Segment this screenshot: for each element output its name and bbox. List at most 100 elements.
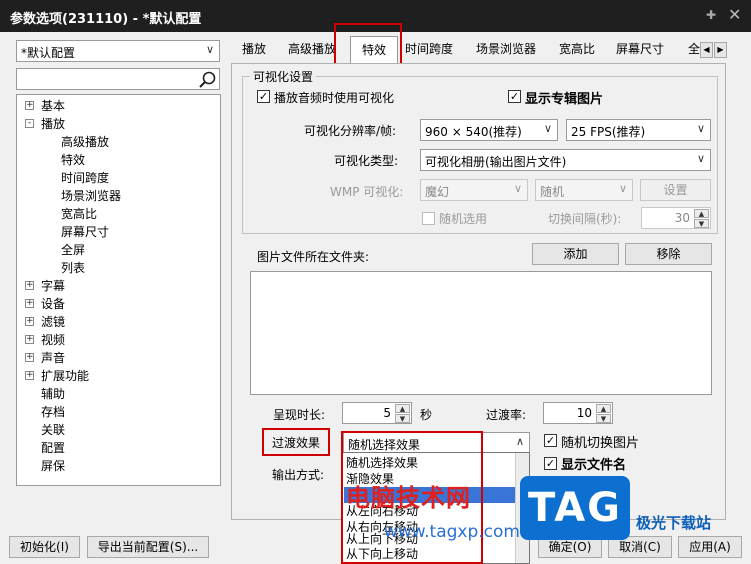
expand-icon[interactable]: + bbox=[25, 299, 34, 308]
expand-icon[interactable]: + bbox=[25, 317, 34, 326]
chevron-down-icon: ∨ bbox=[543, 122, 552, 135]
close-icon[interactable]: ✕ bbox=[728, 5, 741, 24]
tree-item[interactable]: + 滤镜 bbox=[25, 313, 66, 331]
res-combo[interactable]: 960 × 540(推荐) ∨ bbox=[420, 119, 558, 141]
tree-item[interactable]: - 播放 bbox=[25, 115, 66, 133]
apply-button[interactable]: 应用(A) bbox=[678, 536, 742, 558]
tab-screen-size[interactable]: 屏幕尺寸 bbox=[616, 40, 664, 57]
tree-item-label: 辅助 bbox=[41, 387, 66, 401]
init-button[interactable]: 初始化(I) bbox=[9, 536, 80, 558]
tree-item[interactable]: 宽高比 bbox=[61, 205, 97, 223]
tree-item[interactable]: 全屏 bbox=[61, 241, 85, 259]
fps-combo[interactable]: 25 FPS(推荐) ∨ bbox=[566, 119, 711, 141]
remove-folder-button[interactable]: 移除 bbox=[625, 243, 712, 265]
watermark-url: www.tagxp.com bbox=[384, 522, 520, 542]
tree-item[interactable]: 高级播放 bbox=[61, 133, 109, 151]
type-label: 可视化类型: bbox=[334, 154, 399, 168]
random-checkbox[interactable] bbox=[422, 212, 435, 225]
random-switch-checkbox[interactable]: ✓ bbox=[544, 434, 557, 447]
tree-item-label: 播放 bbox=[41, 117, 66, 131]
show-album-label: 显示专辑图片 bbox=[525, 92, 604, 107]
chevron-down-icon: ∨ bbox=[513, 182, 522, 195]
show-album-checkbox[interactable]: ✓ bbox=[508, 90, 521, 103]
show-filename-checkbox[interactable]: ✓ bbox=[544, 457, 557, 470]
expand-icon[interactable]: + bbox=[25, 371, 34, 380]
tree-item-label: 视频 bbox=[41, 333, 66, 347]
profile-combo[interactable]: *默认配置 ∨ bbox=[16, 40, 220, 62]
res-label: 可视化分辨率/帧: bbox=[304, 124, 397, 138]
tree-item[interactable]: + 视频 bbox=[25, 331, 66, 349]
tab-fullscreen-partial[interactable]: 全 bbox=[688, 40, 700, 57]
tree-item[interactable]: 特效 bbox=[61, 151, 85, 169]
stepper-up-icon[interactable]: ▲ bbox=[395, 404, 410, 413]
tree-item-label: 配置 bbox=[41, 441, 66, 455]
tree-item-label: 声音 bbox=[41, 351, 66, 365]
expand-icon[interactable]: + bbox=[25, 101, 34, 110]
search-input[interactable] bbox=[16, 68, 220, 90]
pin-icon[interactable]: ✚ bbox=[706, 8, 716, 22]
stepper-down-icon[interactable]: ▼ bbox=[395, 414, 410, 423]
tree-item-label: 场景浏览器 bbox=[61, 189, 122, 203]
folder-list[interactable] bbox=[250, 271, 712, 395]
random-label: 随机选用 bbox=[439, 212, 488, 226]
wmp-settings-button[interactable]: 设置 bbox=[640, 179, 711, 201]
show-filename-label: 显示文件名 bbox=[561, 458, 627, 473]
tab-timespan[interactable]: 时间跨度 bbox=[405, 40, 453, 57]
use-viz-label: 播放音频时使用可视化 bbox=[274, 91, 395, 105]
tree-item[interactable]: 辅助 bbox=[41, 385, 65, 403]
tree-item[interactable]: + 字幕 bbox=[25, 277, 66, 295]
collapse-icon[interactable]: - bbox=[25, 119, 34, 128]
chevron-down-icon: ∨ bbox=[618, 182, 627, 195]
chevron-down-icon: ∨ bbox=[696, 152, 705, 165]
tree-item-label: 扩展功能 bbox=[41, 369, 90, 383]
tree-item-label: 字幕 bbox=[41, 279, 66, 293]
tree-item[interactable]: 时间跨度 bbox=[61, 169, 109, 187]
tree-item[interactable]: 场景浏览器 bbox=[61, 187, 121, 205]
expand-icon[interactable]: + bbox=[25, 281, 34, 290]
tree-item[interactable]: 配置 bbox=[41, 439, 65, 457]
viz-group-title: 可视化设置 bbox=[250, 68, 317, 85]
tree-item-label: 时间跨度 bbox=[61, 171, 110, 185]
export-config-button[interactable]: 导出当前配置(S)... bbox=[87, 536, 209, 558]
wmp-random-combo[interactable]: 随机 ∨ bbox=[535, 179, 633, 201]
tab-scene-browser[interactable]: 场景浏览器 bbox=[476, 40, 536, 57]
use-viz-checkbox[interactable]: ✓ bbox=[257, 90, 270, 103]
tab-play[interactable]: 播放 bbox=[242, 40, 266, 57]
stepper-up-icon[interactable]: ▲ bbox=[694, 209, 709, 218]
tree-item-label: 宽高比 bbox=[61, 207, 98, 221]
tree-item[interactable]: 关联 bbox=[41, 421, 65, 439]
tab-advanced-play[interactable]: 高级播放 bbox=[288, 40, 336, 57]
expand-icon[interactable]: + bbox=[25, 335, 34, 344]
tree-item-label: 滤镜 bbox=[41, 315, 66, 329]
tab-aspect[interactable]: 宽高比 bbox=[559, 40, 595, 57]
tree-item[interactable]: 屏保 bbox=[41, 457, 65, 475]
chevron-up-icon: ∧ bbox=[515, 435, 524, 448]
tree-item[interactable]: + 扩展功能 bbox=[25, 367, 90, 385]
stepper-down-icon[interactable]: ▼ bbox=[596, 414, 611, 423]
type-combo[interactable]: 可视化相册(输出图片文件) ∨ bbox=[420, 149, 711, 171]
rate-stepper[interactable]: 10 ▲ ▼ bbox=[543, 402, 613, 424]
tree-item-label: 屏幕尺寸 bbox=[61, 225, 110, 239]
duration-unit: 秒 bbox=[420, 408, 433, 422]
profile-value: *默认配置 bbox=[21, 46, 76, 60]
tree-item[interactable]: 列表 bbox=[61, 259, 85, 277]
watermark-logo: TAG bbox=[520, 476, 630, 540]
tree-item-label: 屏保 bbox=[41, 459, 66, 473]
add-folder-button[interactable]: 添加 bbox=[532, 243, 619, 265]
tree-item-label: 存档 bbox=[41, 405, 66, 419]
tree-item[interactable]: 屏幕尺寸 bbox=[61, 223, 109, 241]
tab-scroll-right-icon[interactable]: ▶ bbox=[714, 42, 727, 58]
duration-stepper[interactable]: 5 ▲ ▼ bbox=[342, 402, 412, 424]
interval-stepper[interactable]: 30 ▲ ▼ bbox=[641, 207, 711, 229]
stepper-down-icon[interactable]: ▼ bbox=[694, 219, 709, 228]
stepper-up-icon[interactable]: ▲ bbox=[596, 404, 611, 413]
tree-item[interactable]: + 设备 bbox=[25, 295, 65, 313]
tab-scroll-left-icon[interactable]: ◀ bbox=[700, 42, 713, 58]
tree-item[interactable]: + 基本 bbox=[25, 97, 65, 115]
settings-tree[interactable]: + 基本 - 播放 高级播放 特效 时间跨度 场景浏览器 宽高比 屏幕尺寸 全屏 列表 + 字幕 + 设备 + 滤… bbox=[16, 94, 221, 486]
expand-icon[interactable]: + bbox=[25, 353, 34, 362]
tree-item[interactable]: + 声音 bbox=[25, 349, 66, 367]
tree-item[interactable]: 存档 bbox=[41, 403, 65, 421]
wmp-combo[interactable]: 魔幻 ∨ bbox=[420, 179, 528, 201]
output-label: 输出方式: bbox=[272, 468, 325, 482]
